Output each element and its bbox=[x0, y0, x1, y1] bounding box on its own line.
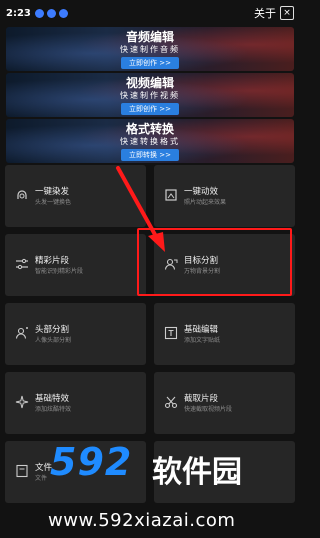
banner-subtitle: 快速转换格式 bbox=[120, 136, 180, 146]
card-highlight-clips[interactable]: 精彩片段 智能识别精彩片段 bbox=[5, 234, 146, 296]
status-time: 2:23 bbox=[6, 7, 31, 19]
create-button[interactable]: 立即创作 >> bbox=[121, 102, 179, 115]
notification-icon bbox=[34, 8, 44, 18]
banner-title: 视频编辑 bbox=[125, 75, 174, 90]
card-desc: 人像头部分割 bbox=[35, 337, 72, 344]
banner-video-edit[interactable]: 视频编辑 快速制作视频 立即创作 >> bbox=[6, 73, 294, 117]
banner-subtitle: 快速制作视频 bbox=[120, 90, 180, 100]
banner-format-convert[interactable]: 格式转换 快速转换格式 立即转换 >> bbox=[6, 119, 294, 163]
card-desc: 头发一键换色 bbox=[35, 199, 72, 206]
banner-audio-edit[interactable]: 音频编辑 快速制作音频 立即创作 >> bbox=[6, 27, 294, 71]
highlight-box bbox=[137, 228, 292, 296]
close-icon[interactable]: × bbox=[280, 6, 294, 20]
scissors-icon bbox=[164, 396, 178, 409]
convert-button[interactable]: 立即转换 >> bbox=[121, 148, 179, 161]
card-hair-dye[interactable]: 一键染发 头发一键换色 bbox=[5, 165, 146, 227]
banner-subtitle: 快速制作音频 bbox=[120, 44, 180, 54]
banner-title: 音频编辑 bbox=[125, 29, 174, 44]
notification-icon bbox=[58, 8, 68, 18]
sparkle-icon bbox=[15, 395, 29, 409]
sliders-icon bbox=[16, 258, 28, 270]
hair-dye-icon bbox=[17, 190, 27, 199]
watermark-name: 软件园 bbox=[152, 455, 242, 490]
card-label: 一键动效 bbox=[184, 187, 219, 197]
about-link[interactable]: 关于 bbox=[254, 5, 276, 21]
card-label: 基础编辑 bbox=[184, 325, 219, 335]
card-desc: 添加文字贴纸 bbox=[184, 337, 221, 344]
card-desc: 添加炫酷特效 bbox=[35, 406, 72, 413]
card-desc: 照片动起来效果 bbox=[184, 199, 227, 206]
create-button[interactable]: 立即创作 >> bbox=[121, 56, 179, 69]
card-label: 截取片段 bbox=[184, 394, 219, 404]
card-label: 基础特效 bbox=[35, 394, 70, 404]
card-head-segment[interactable]: 头部分割 人像头部分割 bbox=[5, 303, 146, 365]
top-right-actions: 关于 × bbox=[254, 5, 294, 21]
card-desc: 快速截取视频片段 bbox=[184, 406, 233, 413]
card-basic-effects[interactable]: 基础特效 添加炫酷特效 bbox=[5, 372, 146, 434]
banner-title: 格式转换 bbox=[125, 121, 174, 136]
notification-icon bbox=[46, 8, 56, 18]
card-cut-clip[interactable]: 截取片段 快速截取视频片段 bbox=[154, 372, 295, 434]
card-basic-edit[interactable]: 基础编辑 添加文字贴纸 bbox=[154, 303, 295, 365]
card-label: 精彩片段 bbox=[35, 256, 70, 266]
status-bar: 2:23 关于 × bbox=[0, 0, 300, 26]
motion-effect-icon bbox=[165, 189, 177, 201]
card-desc: 智能识别精彩片段 bbox=[35, 268, 84, 275]
card-label: 头部分割 bbox=[35, 325, 70, 335]
card-label: 一键染发 bbox=[35, 187, 70, 197]
card-motion-effect[interactable]: 一键动效 照片动起来效果 bbox=[154, 165, 295, 227]
watermark-url: www.592xiazai.com bbox=[48, 510, 236, 531]
text-edit-icon bbox=[164, 326, 178, 340]
card-desc: 文件 bbox=[35, 475, 48, 482]
watermark-logo: 592 bbox=[50, 440, 133, 484]
head-segment-icon bbox=[15, 327, 28, 339]
file-icon bbox=[16, 464, 28, 478]
